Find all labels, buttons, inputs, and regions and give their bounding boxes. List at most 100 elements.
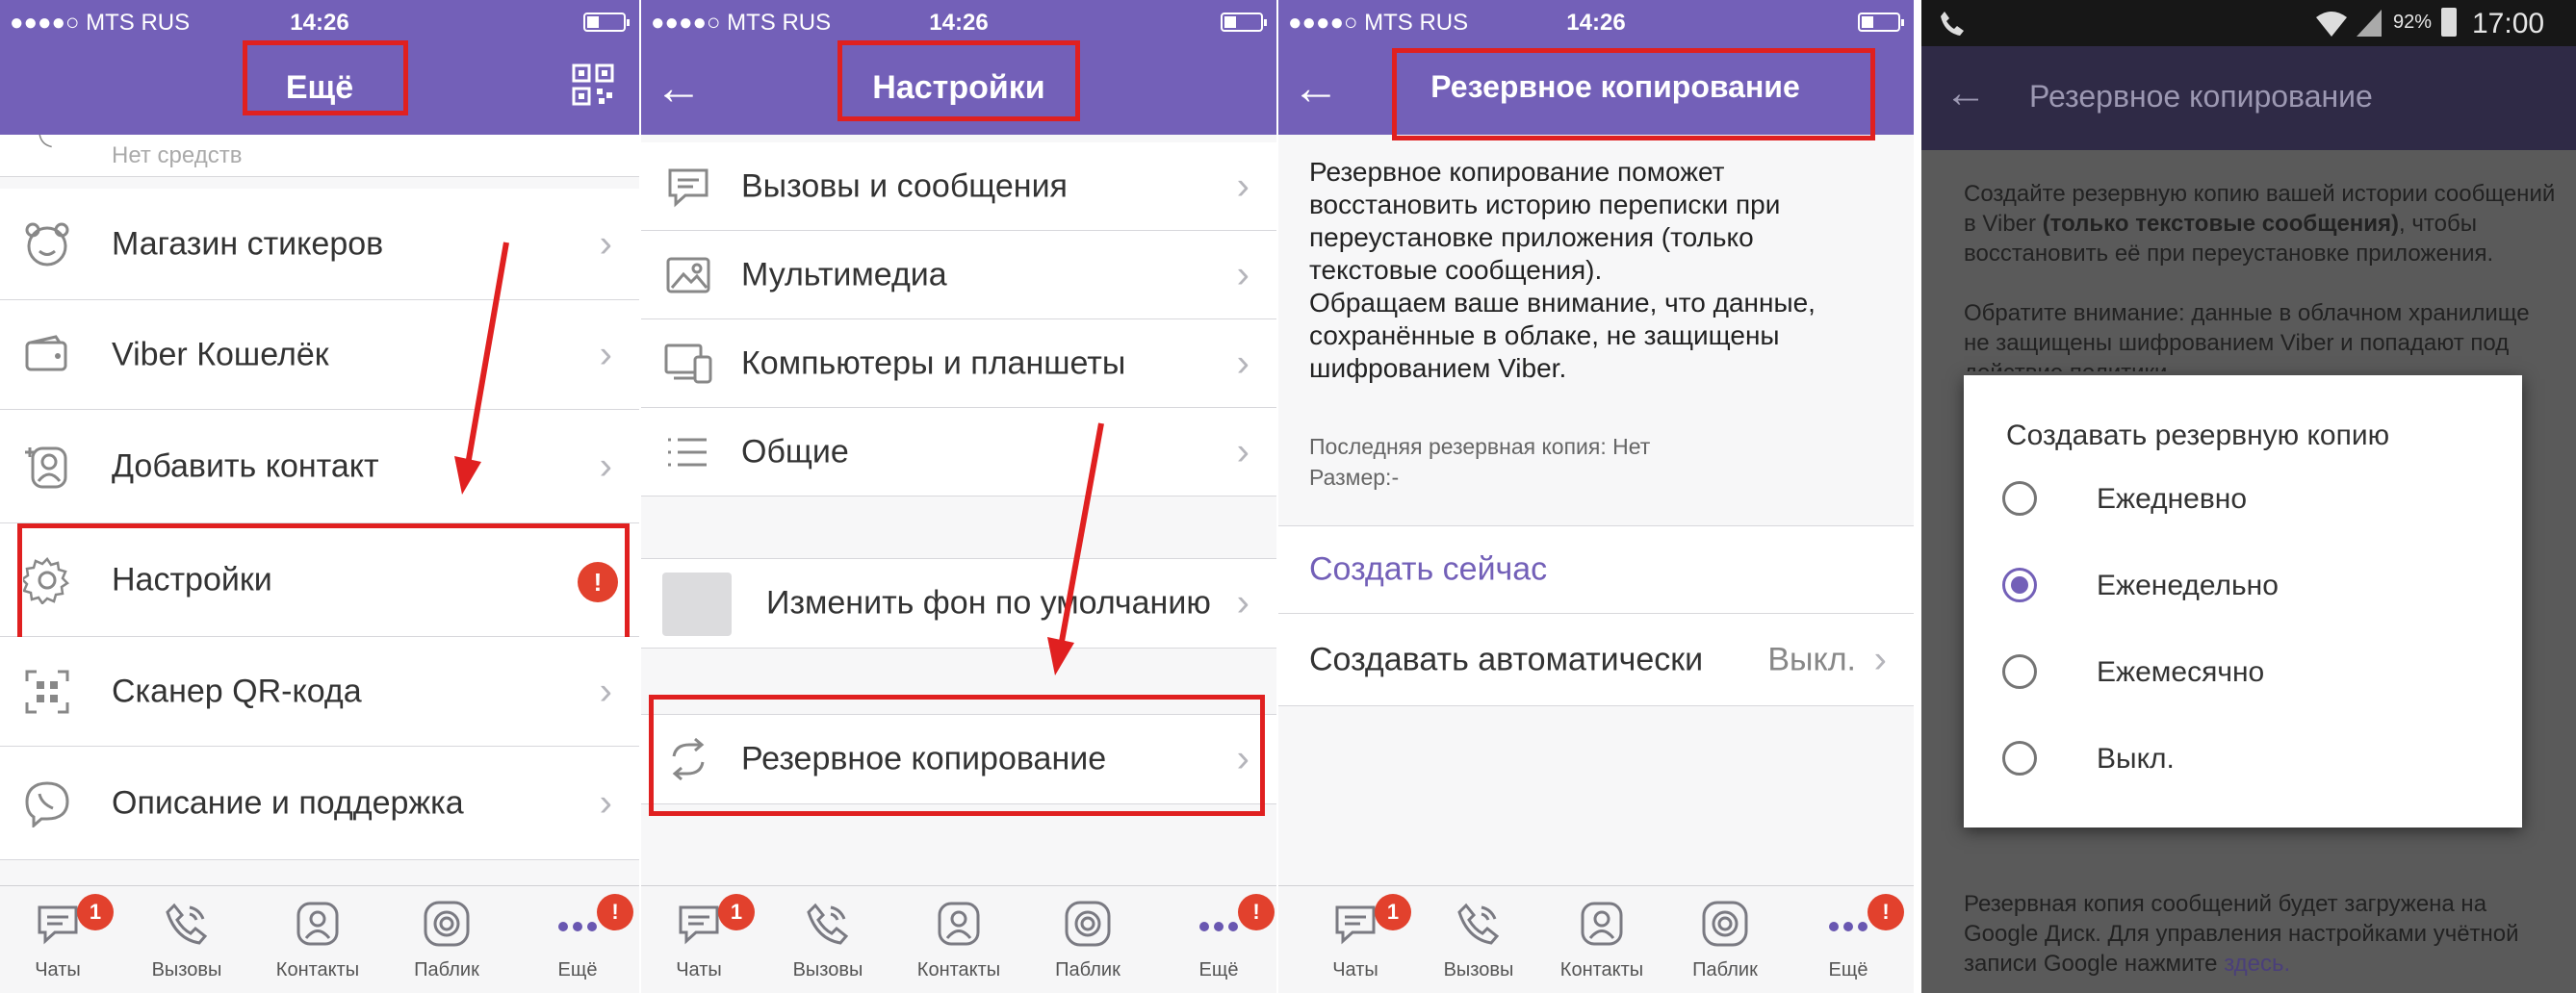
sidebar-item-settings[interactable]: Настройки ! bbox=[0, 523, 639, 637]
status-time: 14:26 bbox=[1566, 10, 1626, 36]
backup-description: Создайте резервную копию вашей истории с… bbox=[1964, 181, 2556, 267]
tab-label: Вызовы bbox=[792, 959, 863, 980]
option-weekly[interactable]: Еженедельно bbox=[2002, 556, 2484, 614]
chat-icon bbox=[1335, 905, 1376, 945]
viber-call-icon bbox=[1941, 12, 1964, 36]
option-label: Ежемесячно bbox=[2097, 656, 2265, 688]
settings-item-general[interactable]: Общие › bbox=[641, 408, 1276, 496]
wallet-label: Viber Кошелёк bbox=[112, 336, 329, 372]
public-icon bbox=[1702, 901, 1748, 947]
sidebar-item-wallet[interactable]: Viber Кошелёк › bbox=[0, 300, 639, 410]
public-icon bbox=[1065, 901, 1111, 947]
back-arrow-icon[interactable]: ← bbox=[1945, 69, 1987, 117]
tab-label: Паблик bbox=[1055, 959, 1121, 980]
image-icon bbox=[666, 257, 710, 293]
page-title: Резервное копирование bbox=[2029, 79, 2373, 114]
tab-public[interactable]: Паблик bbox=[1667, 886, 1783, 993]
sidebar-item-qr-scanner[interactable]: Сканер QR-кода › bbox=[0, 637, 639, 747]
page-title: Настройки bbox=[872, 69, 1045, 106]
tab-label: Чаты bbox=[676, 959, 722, 980]
chats-badge: 1 bbox=[77, 894, 114, 930]
tab-more[interactable]: ! Ещё bbox=[1161, 886, 1276, 993]
settings-item-calls-messages[interactable]: Вызовы и сообщения › bbox=[641, 142, 1276, 231]
tab-contacts[interactable]: Контакты bbox=[260, 886, 375, 993]
qr-code-icon[interactable] bbox=[572, 64, 614, 106]
tab-more[interactable]: ! Ещё bbox=[1790, 886, 1906, 993]
status-time: 14:26 bbox=[929, 10, 989, 36]
auto-backup-row[interactable]: Создавать автоматически Выкл. › bbox=[1278, 614, 1914, 706]
status-bar: ●●●●○ MTS RUS 14:26 bbox=[1278, 0, 1914, 46]
balance-label: Нет средств bbox=[112, 141, 243, 168]
viber-logo-icon bbox=[25, 780, 69, 828]
radio-button[interactable] bbox=[2002, 654, 2037, 689]
tab-public[interactable]: Паблик bbox=[1030, 886, 1146, 993]
sticker-bear-icon bbox=[25, 222, 69, 266]
tab-label: Ещё bbox=[557, 959, 598, 980]
tab-contacts[interactable]: Контакты bbox=[901, 886, 1017, 993]
phone-icon bbox=[807, 903, 849, 945]
status-bar: ●●●●○ MTS RUS 14:26 bbox=[641, 0, 1276, 46]
qr-scanner-label: Сканер QR-кода bbox=[112, 673, 362, 709]
chevron-right-icon: › bbox=[1236, 737, 1249, 780]
more-dots-icon bbox=[558, 922, 597, 931]
sidebar-item-add-contact[interactable]: Добавить контакт › bbox=[0, 410, 639, 523]
battery-icon bbox=[2441, 8, 2457, 37]
tab-chats[interactable]: 1 Чаты bbox=[1298, 886, 1413, 993]
option-off[interactable]: Выкл. bbox=[2002, 729, 2484, 787]
auto-backup-value: Выкл. bbox=[1767, 641, 1856, 677]
tab-calls[interactable]: Вызовы bbox=[1421, 886, 1536, 993]
header: ← Настройки bbox=[641, 46, 1276, 135]
encryption-notice: Обратите внимание: данные в облачном хра… bbox=[1964, 300, 2530, 371]
settings-item-backup[interactable]: Резервное копирование › bbox=[641, 714, 1276, 804]
list-item-balance[interactable]: Нет средств bbox=[0, 135, 639, 177]
background-label: Изменить фон по умолчанию bbox=[766, 584, 1211, 622]
settings-item-multimedia[interactable]: Мультимедиа › bbox=[641, 231, 1276, 319]
header: ← Резервное копирование bbox=[1278, 46, 1914, 135]
tab-more[interactable]: ! Ещё bbox=[520, 886, 635, 993]
background-thumbnail bbox=[662, 573, 732, 636]
tab-public[interactable]: Паблик bbox=[389, 886, 504, 993]
status-bar: 92% 17:00 bbox=[1921, 0, 2576, 46]
sidebar-item-sticker-store[interactable]: Магазин стикеров › bbox=[0, 189, 639, 300]
devices-label: Компьютеры и планшеты bbox=[741, 344, 1126, 381]
phone-icon bbox=[1457, 903, 1500, 945]
panel-backup: ●●●●○ MTS RUS 14:26 ← Резервное копирова… bbox=[1278, 0, 1914, 993]
status-time: 17:00 bbox=[2472, 8, 2545, 39]
more-dots-icon bbox=[1829, 922, 1868, 931]
panel-settings: ●●●●○ MTS RUS 14:26 ← Настройки Вызовы и… bbox=[641, 0, 1276, 993]
option-daily[interactable]: Ежедневно bbox=[2002, 470, 2484, 527]
settings-item-devices[interactable]: Компьютеры и планшеты › bbox=[641, 319, 1276, 408]
google-drive-notice: Резервная копия сообщений будет загружен… bbox=[1964, 891, 2519, 977]
tab-label: Контакты bbox=[275, 959, 360, 980]
radio-button[interactable] bbox=[2002, 481, 2037, 516]
status-time: 14:26 bbox=[290, 10, 349, 36]
tab-calls[interactable]: Вызовы bbox=[770, 886, 886, 993]
page-title: Резервное копирование bbox=[1430, 69, 1800, 104]
tab-chats[interactable]: 1 Чаты bbox=[641, 886, 757, 993]
tab-bar: 1 Чаты Вызовы Контакты Паблик ! Ещё bbox=[1278, 885, 1914, 993]
chevron-right-icon: › bbox=[1236, 581, 1249, 624]
sidebar-item-about[interactable]: Описание и поддержка › bbox=[0, 747, 639, 860]
tab-bar: 1 Чаты Вызовы Контакты Паблик ! Ещё bbox=[641, 885, 1276, 993]
tab-contacts[interactable]: Контакты bbox=[1544, 886, 1660, 993]
radio-button[interactable] bbox=[2002, 741, 2037, 776]
settings-item-background[interactable]: Изменить фон по умолчанию › bbox=[641, 558, 1276, 649]
chevron-right-icon: › bbox=[599, 781, 612, 824]
sticker-store-label: Магазин стикеров bbox=[112, 225, 384, 262]
tab-calls[interactable]: Вызовы bbox=[129, 886, 245, 993]
tab-chats[interactable]: 1 Чаты bbox=[0, 886, 116, 993]
qr-icon bbox=[25, 670, 69, 713]
multimedia-label: Мультимедиа bbox=[741, 256, 947, 293]
here-link[interactable]: здесь. bbox=[2224, 951, 2290, 977]
create-now-button[interactable]: Создать сейчас bbox=[1278, 525, 1914, 614]
backup-size-text: Размер:- bbox=[1309, 465, 1400, 490]
backup-label: Резервное копирование bbox=[741, 740, 1107, 777]
option-monthly[interactable]: Ежемесячно bbox=[2002, 643, 2484, 700]
contact-icon bbox=[296, 902, 339, 946]
option-label: Ежедневно bbox=[2097, 483, 2248, 515]
more-badge: ! bbox=[1868, 894, 1904, 930]
option-label: Выкл. bbox=[2097, 743, 2175, 775]
contact-icon bbox=[1581, 902, 1623, 946]
chevron-right-icon: › bbox=[1873, 638, 1887, 680]
radio-button-selected[interactable] bbox=[2002, 568, 2037, 602]
